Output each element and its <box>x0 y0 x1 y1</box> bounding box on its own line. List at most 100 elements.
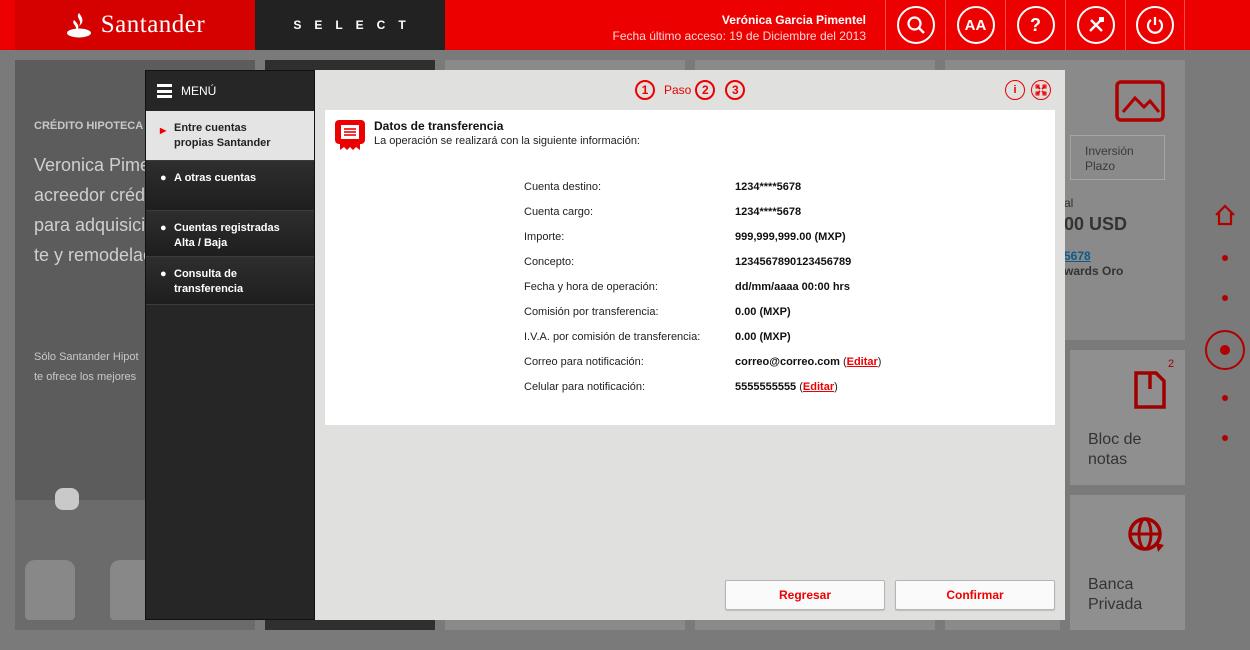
nav-dot-active[interactable] <box>1205 330 1245 370</box>
private-label: Banca Privada <box>1088 576 1143 613</box>
hamburger-icon <box>157 84 172 98</box>
inversion-plazo[interactable]: Inversión Plazo <box>1070 135 1165 180</box>
notepad-icon <box>1134 371 1166 409</box>
search-button[interactable] <box>885 0 945 50</box>
row-value: correo@correo.com <box>735 356 840 368</box>
bullet-icon: ● <box>160 268 167 280</box>
row-value: 5555555555 <box>735 381 797 393</box>
nav-dot[interactable] <box>1222 295 1228 301</box>
close-button[interactable] <box>1031 80 1051 100</box>
font-size-icon: AA <box>964 16 987 34</box>
bullet-icon: ● <box>160 172 167 184</box>
menu-item-label: Cuentas registradas Alta / Baja <box>174 222 280 249</box>
step-indicator: 1 Paso 2 3 <box>635 80 746 100</box>
tools-button[interactable] <box>1065 0 1125 50</box>
row-iva: I.V.A. por comisión de transferencia: 0.… <box>524 331 1044 356</box>
side-menu: MENÚ ▶ Entre cuentas propias Santander ●… <box>145 70 315 620</box>
row-label: I.V.A. por comisión de transferencia: <box>524 331 701 343</box>
menu-item-label: A otras cuentas <box>174 172 257 184</box>
row-value-wrap: 5555555555 (Editar) <box>735 381 838 393</box>
last-access: Fecha último acceso: 19 de Diciembre del… <box>612 29 866 43</box>
menu-item-registered-accounts[interactable]: ● Cuentas registradas Alta / Baja <box>146 211 314 257</box>
menu-item-own-accounts[interactable]: ▶ Entre cuentas propias Santander <box>146 111 314 161</box>
balance-value: 00 USD <box>1064 214 1128 234</box>
arrow-icon: ▶ <box>160 126 167 135</box>
row-concepto: Concepto: 1234567890123456789 <box>524 256 1044 281</box>
panel-title: Datos de transferencia <box>374 119 504 133</box>
logout-button[interactable] <box>1125 0 1185 50</box>
bullet-icon: ● <box>160 222 167 234</box>
account-link[interactable]: 5678 <box>1064 249 1091 263</box>
santander-logo[interactable]: Santander <box>15 0 255 50</box>
row-label: Cuenta cargo: <box>524 206 594 218</box>
step-1: 1 <box>635 80 655 100</box>
step-3: 3 <box>725 80 746 100</box>
font-size-button[interactable]: AA <box>945 0 1005 50</box>
balance-label: al <box>1064 196 1074 210</box>
row-value: 1234****5678 <box>735 181 802 193</box>
back-button[interactable]: Regresar <box>725 580 885 610</box>
panel-subtitle: La operación se realizará con la siguien… <box>374 135 640 147</box>
notes-label: Bloc de notas <box>1088 431 1142 468</box>
vase-image <box>55 488 79 510</box>
select-label: SELECT <box>255 0 445 50</box>
edit-email-link[interactable]: Editar <box>847 356 878 368</box>
menu-title: MENÚ <box>181 84 217 98</box>
nav-dot[interactable] <box>1222 255 1228 261</box>
step-2: 2 <box>695 80 716 100</box>
power-icon <box>1146 17 1164 34</box>
confirm-button[interactable]: Confirmar <box>895 580 1055 610</box>
row-label: Comisión por transferencia: <box>524 306 659 318</box>
nav-dot[interactable] <box>1222 395 1228 401</box>
transfer-modal: MENÚ ▶ Entre cuentas propias Santander ●… <box>145 70 1065 620</box>
row-cuenta-cargo: Cuenta cargo: 1234****5678 <box>524 206 1044 231</box>
globe-icon <box>1128 517 1164 552</box>
row-value-wrap: correo@correo.com (Editar) <box>735 356 881 368</box>
nav-dot[interactable] <box>1222 435 1228 441</box>
promo-small-1: Sólo Santander Hipot <box>34 351 139 363</box>
image-icon <box>1115 80 1165 122</box>
menu-toggle[interactable]: MENÚ <box>146 71 314 111</box>
row-importe: Importe: 999,999,999.00 (MXP) <box>524 231 1044 256</box>
top-bar: Santander SELECT Verónica Garcia Pimente… <box>0 0 1250 50</box>
search-icon <box>906 16 925 34</box>
promo-small-2: te ofrece los mejores <box>34 371 137 383</box>
transfer-details-panel: Datos de transferencia La operación se r… <box>325 110 1055 425</box>
flame-icon <box>66 13 91 38</box>
private-banking-card[interactable]: Banca Privada <box>1070 495 1185 630</box>
step-label: Paso <box>664 83 692 97</box>
home-icon[interactable] <box>1213 203 1237 227</box>
row-fecha-hora: Fecha y hora de operación: dd/mm/aaaa 00… <box>524 281 1044 306</box>
user-info: Verónica Garcia Pimentel Fecha último ac… <box>613 13 866 43</box>
brand-name: Santander <box>100 11 206 38</box>
row-label: Celular para notificación: <box>524 381 646 393</box>
row-value: 999,999,999.00 (MXP) <box>735 231 846 243</box>
help-icon: ? <box>1030 14 1041 35</box>
edit-wrap: (Editar) <box>799 381 838 393</box>
notes-badge: 2 <box>1168 358 1175 370</box>
menu-item-transfer-query[interactable]: ● Consulta de transferencia <box>146 257 314 305</box>
menu-item-other-accounts[interactable]: ● A otras cuentas <box>146 161 314 211</box>
tools-icon <box>1088 17 1104 32</box>
promo-label: CRÉDITO HIPOTECA <box>34 120 144 132</box>
row-label: Importe: <box>524 231 565 243</box>
user-name: Verónica Garcia Pimentel <box>721 13 866 27</box>
row-value: 0.00 (MXP) <box>735 331 791 343</box>
card-name: wards Oro <box>1064 264 1124 278</box>
close-icon <box>1035 84 1047 96</box>
help-button[interactable]: ? <box>1005 0 1065 50</box>
row-celular: Celular para notificación: 5555555555 (E… <box>524 381 1044 406</box>
row-label: Concepto: <box>524 256 575 268</box>
row-correo: Correo para notificación: correo@correo.… <box>524 356 1044 381</box>
stool-image <box>25 560 75 620</box>
row-cuenta-destino: Cuenta destino: 1234****5678 <box>524 181 1044 206</box>
notes-card[interactable]: 2 Bloc de notas <box>1070 350 1185 485</box>
row-value: 0.00 (MXP) <box>735 306 791 318</box>
info-button[interactable]: i <box>1005 80 1025 100</box>
receipt-icon <box>335 120 365 150</box>
menu-item-label: Entre cuentas propias Santander <box>174 122 271 149</box>
row-value: 1234****5678 <box>735 206 802 218</box>
row-value: 1234567890123456789 <box>735 256 852 268</box>
menu-item-label: Consulta de transferencia <box>174 268 244 295</box>
edit-phone-link[interactable]: Editar <box>803 381 834 393</box>
